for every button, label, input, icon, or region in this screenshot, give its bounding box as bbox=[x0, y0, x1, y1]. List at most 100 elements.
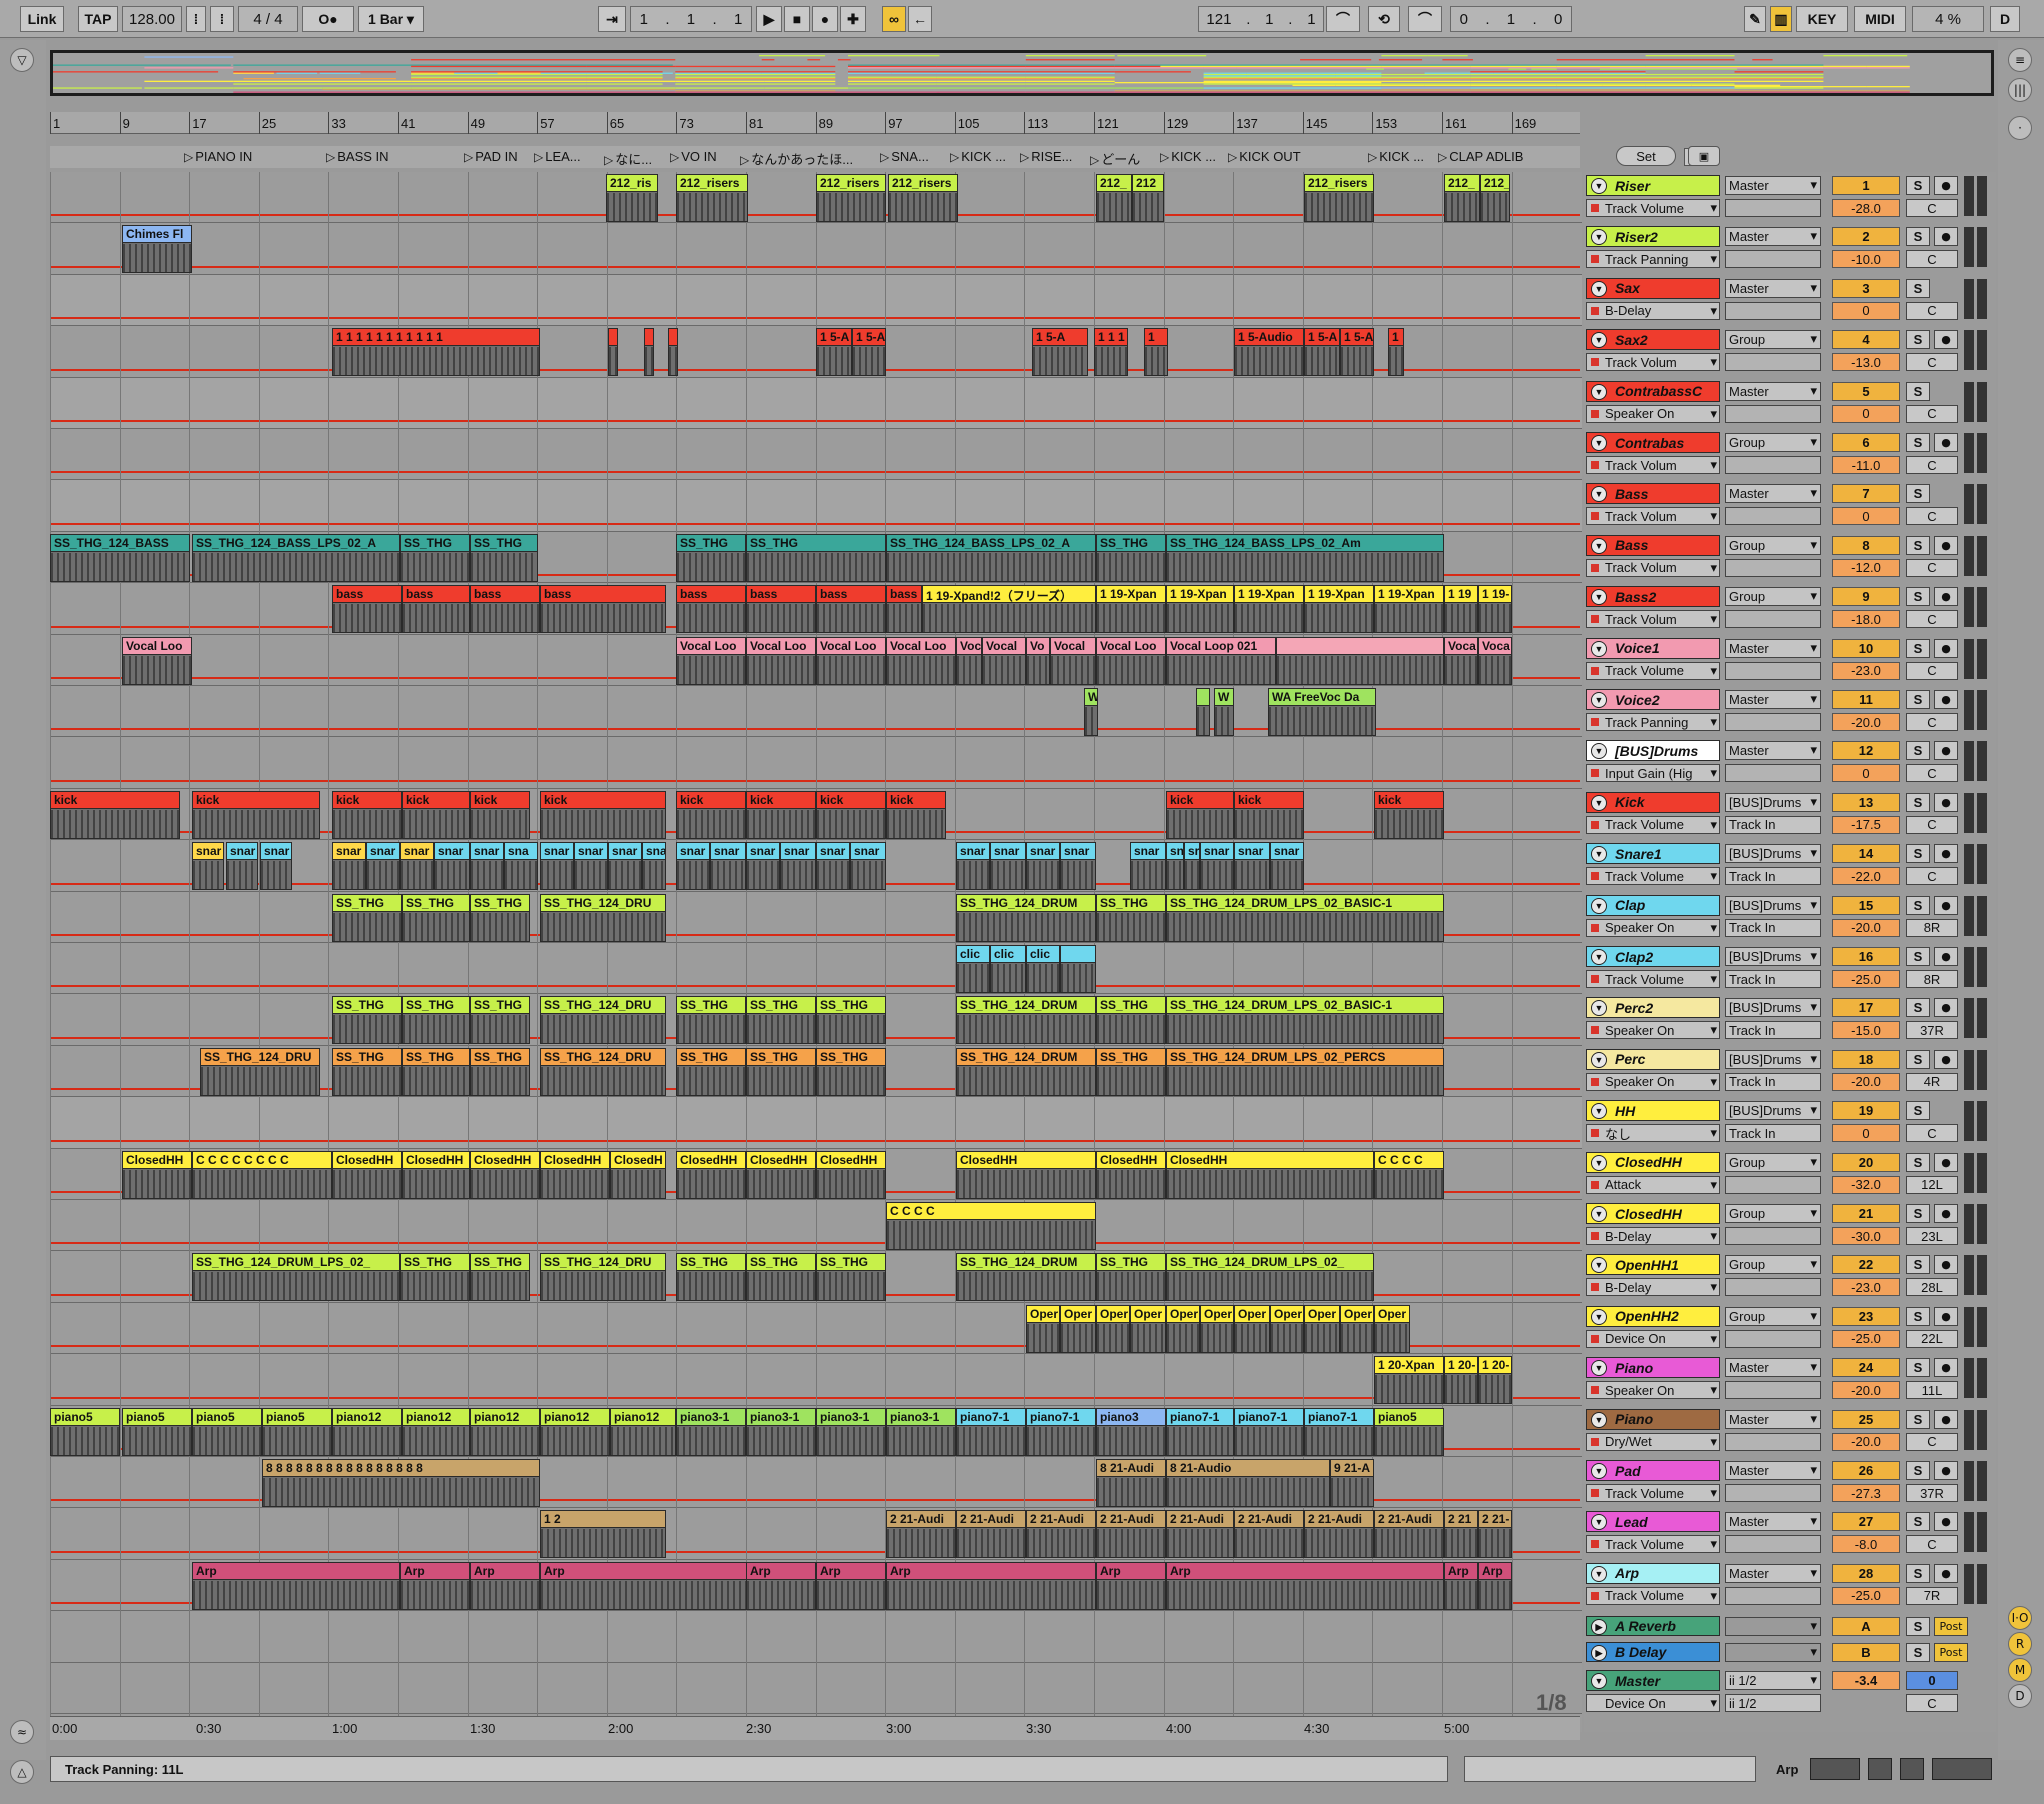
locator-marker[interactable]: LEA... bbox=[534, 149, 604, 164]
arm-icon[interactable]: ● bbox=[1934, 947, 1958, 966]
track-header[interactable]: ▼PercSpeaker On[BUS]DrumsTrack In18-20.0… bbox=[1584, 1046, 1996, 1097]
audio-clip[interactable]: Arp bbox=[1478, 1561, 1512, 1610]
audio-clip[interactable]: sna bbox=[504, 842, 538, 891]
solo-button[interactable]: S bbox=[1906, 1049, 1930, 1069]
track-name[interactable]: ▼ ClosedHH bbox=[1586, 1203, 1720, 1224]
audio-clip[interactable]: sn bbox=[1166, 842, 1184, 891]
arm-icon[interactable]: ● bbox=[1934, 1358, 1958, 1378]
track-activator-icon[interactable]: ▼ bbox=[1591, 640, 1607, 657]
automation-chooser[interactable]: Track Volume bbox=[1586, 199, 1720, 217]
audio-clip[interactable]: SS_THG bbox=[332, 1047, 402, 1096]
track-activator-icon[interactable]: ▼ bbox=[1591, 1360, 1607, 1377]
audio-clip[interactable]: snar bbox=[710, 842, 746, 891]
post-button[interactable]: Post bbox=[1934, 1617, 1968, 1637]
input-routing[interactable]: Track In bbox=[1725, 1124, 1821, 1143]
audio-clip[interactable]: piano3-1 bbox=[886, 1407, 956, 1456]
track-header[interactable]: ▼Snare1Track Volume[BUS]DrumsTrack In14-… bbox=[1584, 840, 1996, 891]
solo-button[interactable]: S bbox=[1906, 587, 1930, 607]
song-position[interactable]: 1.1.1 bbox=[630, 6, 752, 32]
automation-chooser[interactable]: Input Gain (Hig bbox=[1586, 764, 1720, 783]
track-name[interactable]: ▼ Pad bbox=[1586, 1460, 1720, 1481]
track-header[interactable]: ▼PadTrack VolumeMaster26-27.3S●37R bbox=[1584, 1457, 1996, 1508]
track-activator-icon[interactable]: ▼ bbox=[1591, 1051, 1607, 1068]
device-thumb-2[interactable] bbox=[1868, 1758, 1892, 1780]
audio-clip[interactable]: SS_THG bbox=[1096, 1047, 1166, 1096]
audio-clip[interactable]: 1 5-A bbox=[1304, 328, 1340, 377]
track-volume[interactable]: -13.0 bbox=[1832, 353, 1900, 372]
arrangement-lanes[interactable]: 212_ris 212_risers 212_risers 212_risers 212… bbox=[50, 172, 1582, 1732]
solo-button[interactable]: S bbox=[1906, 998, 1930, 1018]
loop-length[interactable]: 0.1.0 bbox=[1450, 6, 1572, 32]
track-number[interactable]: 11 bbox=[1832, 690, 1900, 709]
track-name[interactable]: ▼ OpenHH1 bbox=[1586, 1254, 1720, 1276]
track-header[interactable]: ▼KickTrack Volume[BUS]DrumsTrack In13-17… bbox=[1584, 789, 1996, 840]
track-activator-icon[interactable]: ▼ bbox=[1591, 486, 1607, 503]
track-number[interactable]: 27 bbox=[1832, 1512, 1900, 1532]
track-name[interactable]: ▼ Perc bbox=[1586, 1048, 1720, 1070]
track-number[interactable]: 1 bbox=[1832, 176, 1900, 195]
track-number[interactable]: 9 bbox=[1832, 587, 1900, 607]
loop-switch-icon[interactable]: ⟲ bbox=[1368, 6, 1400, 32]
track-volume[interactable]: -25.0 bbox=[1832, 1586, 1900, 1605]
audio-clip[interactable]: Arp bbox=[746, 1561, 816, 1610]
audio-clip[interactable]: 2 21-Audi bbox=[886, 1510, 956, 1559]
audio-clip[interactable]: ClosedHH bbox=[332, 1150, 402, 1199]
arm-icon[interactable]: ● bbox=[1934, 330, 1958, 350]
output-routing[interactable]: Group bbox=[1725, 1152, 1821, 1172]
draw-mode-icon[interactable]: ✎ bbox=[1744, 6, 1766, 32]
audio-clip[interactable]: Vocal Loo bbox=[746, 636, 816, 685]
audio-clip[interactable]: 212_risers bbox=[1304, 174, 1374, 222]
audio-clip[interactable]: kick bbox=[746, 790, 816, 839]
track-name[interactable]: ▼ Perc2 bbox=[1586, 997, 1720, 1019]
automation-chooser[interactable]: Track Volume bbox=[1586, 1484, 1720, 1502]
arm-icon[interactable]: ● bbox=[1934, 1204, 1958, 1223]
output-routing[interactable]: Group bbox=[1725, 1255, 1821, 1275]
audio-clip[interactable]: piano5 bbox=[50, 1407, 120, 1456]
solo-button[interactable]: S bbox=[1906, 484, 1930, 504]
input-routing[interactable]: Track In bbox=[1725, 867, 1821, 886]
solo-button[interactable]: S bbox=[1906, 844, 1930, 864]
arm-icon[interactable]: ● bbox=[1934, 792, 1958, 812]
audio-clip[interactable] bbox=[1060, 945, 1096, 993]
automation-chooser[interactable]: B-Delay bbox=[1586, 1278, 1720, 1297]
track-header[interactable]: ▼Riser2Track PanningMaster2-10.0S●C bbox=[1584, 223, 1996, 274]
track-header[interactable]: ▼BassTrack VolumMaster70SC bbox=[1584, 480, 1996, 531]
audio-clip[interactable]: piano7-1 bbox=[956, 1407, 1026, 1456]
audio-clip[interactable]: 1 19-Xpan bbox=[1374, 585, 1444, 634]
track-header[interactable]: ▼ClosedHHAttackGroup20-32.0S●12L bbox=[1584, 1149, 1996, 1200]
track-name[interactable]: ▼ Clap2 bbox=[1586, 946, 1720, 967]
audio-clip[interactable]: 2 21-Audi bbox=[1234, 1510, 1304, 1559]
back-to-arrangement-icon[interactable]: ← bbox=[908, 6, 932, 32]
audio-clip[interactable]: bass bbox=[886, 585, 922, 634]
audio-clip[interactable]: ClosedHH bbox=[402, 1150, 470, 1199]
delay-toggle-icon[interactable]: D bbox=[2008, 1684, 2032, 1708]
solo-button[interactable]: S bbox=[1906, 1306, 1930, 1326]
audio-clip[interactable]: SS_THG_124_DRUM bbox=[956, 893, 1096, 942]
track-pan[interactable]: C bbox=[1906, 404, 1958, 423]
audio-clip[interactable]: 1 bbox=[1144, 328, 1168, 377]
audio-clip[interactable]: 2 21- bbox=[1478, 1510, 1512, 1559]
audio-clip[interactable]: Oper bbox=[1374, 1304, 1410, 1353]
track-number[interactable]: 5 bbox=[1832, 381, 1900, 401]
solo-button[interactable]: S bbox=[1906, 227, 1930, 247]
audio-clip[interactable]: SS_THG bbox=[816, 1047, 886, 1096]
audio-clip[interactable]: ClosedHH bbox=[1166, 1150, 1374, 1199]
track-number[interactable]: 8 bbox=[1832, 535, 1900, 555]
track-activator-icon[interactable]: ▼ bbox=[1591, 794, 1607, 811]
track-header[interactable]: ▼ContrabasTrack VolumGroup6-11.0S●C bbox=[1584, 429, 1996, 480]
audio-clip[interactable]: snar bbox=[1200, 842, 1234, 891]
audio-clip[interactable]: SS_THG bbox=[470, 893, 530, 942]
track-activator-icon[interactable]: ▼ bbox=[1591, 846, 1607, 863]
automation-chooser[interactable]: Track Volume bbox=[1586, 867, 1720, 886]
track-number[interactable]: 16 bbox=[1832, 947, 1900, 966]
audio-clip[interactable]: 1 20- bbox=[1444, 1356, 1478, 1405]
audio-clip[interactable]: 1 5-A bbox=[816, 328, 852, 377]
audio-clip[interactable]: WA FreeVoc Da bbox=[1268, 688, 1376, 736]
track-name[interactable]: ▼ Clap bbox=[1586, 894, 1720, 916]
audio-clip[interactable]: SS_THG bbox=[676, 533, 746, 582]
audio-clip[interactable]: ClosedHH bbox=[540, 1150, 610, 1199]
automation-chooser[interactable]: Track Panning bbox=[1586, 250, 1720, 269]
output-routing[interactable]: Group bbox=[1725, 433, 1821, 452]
output-routing[interactable]: Group bbox=[1725, 587, 1821, 607]
key-map-button[interactable]: KEY bbox=[1796, 6, 1848, 32]
